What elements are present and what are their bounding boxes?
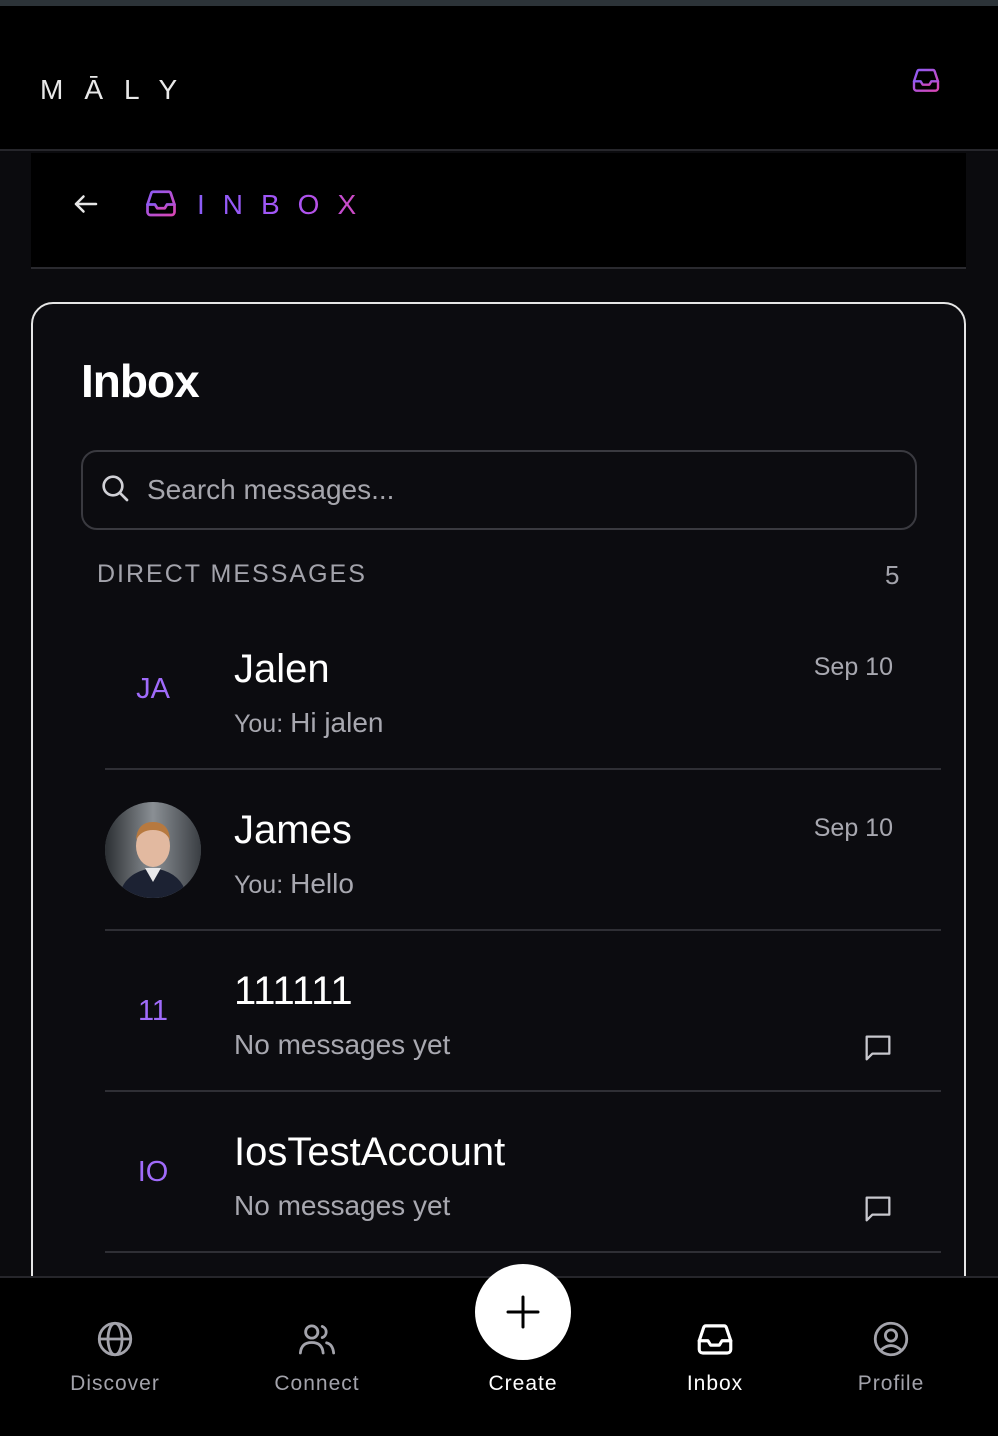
inbox-card: Inbox DIRECT MESSAGES 5 JA Jalen Sep 10 … [31,302,966,1302]
conversation-name: Jalen [234,647,330,691]
inbox-icon[interactable] [908,64,944,96]
conversation-date: Sep 10 [813,814,893,842]
search-box[interactable] [81,450,917,530]
conversation-item[interactable]: 11 111111 No messages yet [105,931,941,1092]
conversation-preview: You: Hi jalen [234,707,383,739]
nav-label: Connect [274,1372,360,1395]
conversation-name: 111111 [234,969,353,1013]
conversation-list: JA Jalen Sep 10 You: Hi jalen James Sep … [105,609,941,1253]
preview-prefix: You: [234,871,291,899]
message-icon [865,1196,891,1222]
preview-text: Hello [290,868,354,899]
inbox-subheader: INBOX [31,153,966,269]
nav-label: Profile [857,1372,925,1395]
bottom-nav: Discover Connect Create Inbox Profile [0,1264,998,1436]
conversation-item[interactable]: JA Jalen Sep 10 You: Hi jalen [105,609,941,770]
inbox-icon [146,190,176,217]
message-icon [865,1035,891,1061]
section-count: 5 [885,560,900,590]
conversation-date: Sep 10 [813,653,893,681]
avatar-photo [105,802,201,898]
inbox-icon [697,1324,733,1355]
back-arrow-icon[interactable] [71,189,101,219]
app-logo[interactable]: MĀLY [40,74,198,106]
nav-inbox[interactable]: Inbox [645,1318,785,1396]
conversation-preview: No messages yet [234,1190,451,1221]
nav-label: Inbox [686,1372,744,1395]
app-header: MĀLY [0,6,998,151]
conversation-preview: You: Hello [234,868,354,900]
plus-icon [506,1295,540,1329]
users-icon [298,1324,336,1355]
search-input[interactable] [147,470,887,510]
globe-icon [97,1321,133,1357]
section-label: DIRECT MESSAGES [97,560,367,588]
conversation-item[interactable]: IO IosTestAccount No messages yet [105,1092,941,1253]
conversation-preview: No messages yet [234,1029,451,1060]
conversation-name: James [234,808,352,852]
create-button[interactable] [475,1264,571,1360]
nav-label: Discover [70,1372,160,1395]
nav-create-label: Create [488,1372,558,1395]
nav-discover[interactable]: Discover [45,1318,185,1396]
search-icon [102,475,129,502]
preview-prefix: You: [234,710,291,738]
conversation-name: IosTestAccount [234,1130,506,1174]
page-title: INBOX [197,189,375,220]
user-circle-icon [873,1321,909,1357]
nav-connect[interactable]: Connect [247,1318,387,1396]
avatar-initials: 11 [137,994,169,1027]
preview-text: Hi jalen [290,707,384,738]
avatar-initials: JA [136,672,170,705]
conversation-item[interactable]: James Sep 10 You: Hello [105,770,941,931]
nav-profile[interactable]: Profile [821,1318,961,1396]
avatar-initials: IO [137,1155,169,1188]
inbox-heading: Inbox [81,355,200,407]
